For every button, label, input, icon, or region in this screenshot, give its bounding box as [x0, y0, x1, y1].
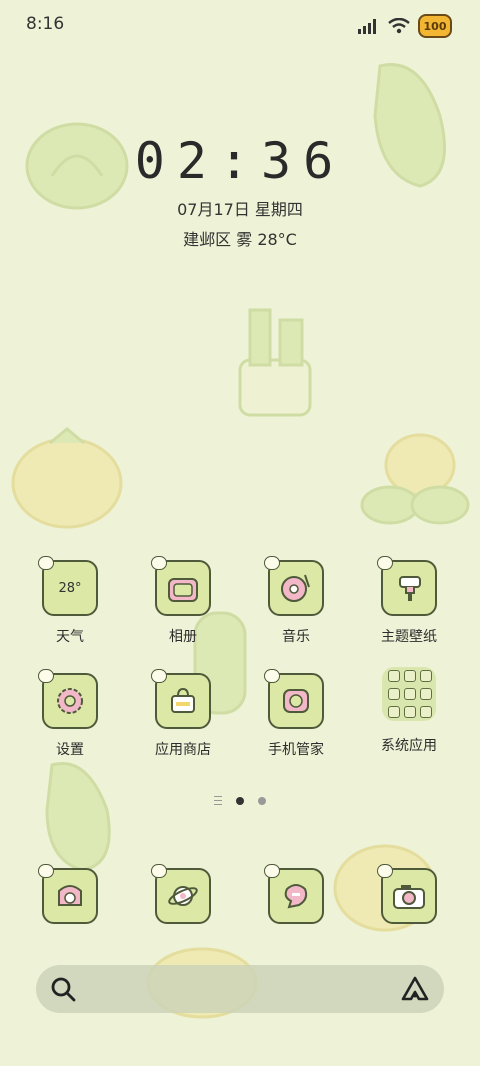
- page-indicator[interactable]: [0, 796, 480, 805]
- battery-icon: 100: [418, 14, 452, 38]
- app-tag-icon: [38, 864, 54, 878]
- shopping-bag-icon: [171, 687, 195, 713]
- phone-manager-icon: [264, 669, 324, 729]
- app-tag-icon: [264, 669, 280, 683]
- app-label: 手机管家: [268, 742, 324, 758]
- app-tag-icon: [264, 864, 280, 878]
- clock-date: 07月17日 星期四: [177, 200, 303, 219]
- app-theme[interactable]: 主题壁纸: [359, 556, 459, 646]
- status-icons: 100: [358, 14, 452, 38]
- music-icon: [264, 556, 324, 616]
- settings-icon: [38, 669, 98, 729]
- weather-temp: 28°: [58, 580, 82, 596]
- clock-weather: 建邺区 雾 28°C: [183, 230, 297, 249]
- app-label: 设置: [56, 742, 84, 758]
- app-tag-icon: [264, 556, 280, 570]
- weather-icon: 28°: [38, 556, 98, 616]
- planet-icon: [168, 886, 198, 906]
- app-tag-icon: [151, 669, 167, 683]
- gear-icon: [57, 688, 83, 714]
- app-system-folder[interactable]: 系统应用: [359, 667, 459, 755]
- app-tag-icon: [377, 556, 393, 570]
- battery-level: 100: [423, 19, 447, 33]
- status-bar: 8:16 100: [0, 0, 480, 50]
- page-dot[interactable]: [258, 796, 266, 805]
- app-tag-icon: [38, 669, 54, 683]
- app-label: 音乐: [282, 629, 310, 645]
- paintbrush-icon: [399, 576, 421, 601]
- dock-camera[interactable]: [359, 864, 459, 924]
- app-music[interactable]: 音乐: [246, 556, 346, 646]
- search-bar[interactable]: [36, 965, 444, 1013]
- dock-phone[interactable]: [20, 864, 120, 924]
- clock-widget[interactable]: 02:36 07月17日 星期四 建邺区 雾 28°C: [0, 132, 480, 250]
- app-tag-icon: [38, 556, 54, 570]
- app-tag-icon: [151, 864, 167, 878]
- telephone-icon: [58, 885, 82, 906]
- theme-icon: [377, 556, 437, 616]
- record-icon: [281, 574, 310, 602]
- clock-time: 02:36: [134, 132, 346, 190]
- tv-icon: [168, 578, 198, 602]
- app-store-icon: [151, 669, 211, 729]
- assistant-icon[interactable]: [400, 975, 430, 1003]
- search-icon[interactable]: [50, 976, 76, 1002]
- dock-messages[interactable]: [246, 864, 346, 924]
- app-label: 天气: [56, 629, 84, 645]
- shield-icon: [283, 689, 309, 713]
- browser-icon: [151, 864, 211, 924]
- signal-icon: [358, 19, 376, 34]
- app-weather[interactable]: 28° 天气: [20, 556, 120, 646]
- wifi-icon: [388, 18, 410, 34]
- menu-lines-icon[interactable]: [214, 796, 222, 805]
- chat-bubble-icon: [284, 884, 308, 909]
- gallery-icon: [151, 556, 211, 616]
- camera-body-icon: [393, 885, 425, 909]
- folder-icon: [382, 667, 436, 721]
- tomato-decoration-icon: [11, 427, 123, 529]
- app-settings[interactable]: 设置: [20, 669, 120, 759]
- page-dot-active[interactable]: [236, 796, 244, 805]
- phone-icon: [38, 864, 98, 924]
- app-store[interactable]: 应用商店: [133, 669, 233, 759]
- app-label: 相册: [169, 629, 197, 645]
- app-label: 主题壁纸: [381, 629, 437, 645]
- app-label: 系统应用: [381, 738, 437, 754]
- corn-decoration-icon: [360, 433, 470, 525]
- bitter-melon-decoration-icon: [45, 762, 111, 872]
- app-tag-icon: [151, 556, 167, 570]
- app-gallery[interactable]: 相册: [133, 556, 233, 646]
- app-tag-icon: [377, 864, 393, 878]
- dock-browser[interactable]: [133, 864, 233, 924]
- scallion-decoration-icon: [238, 308, 312, 417]
- camera-icon: [377, 864, 437, 924]
- status-time: 8:16: [26, 14, 65, 34]
- messages-icon: [264, 864, 324, 924]
- app-phone-manager[interactable]: 手机管家: [246, 669, 346, 759]
- app-label: 应用商店: [155, 742, 211, 758]
